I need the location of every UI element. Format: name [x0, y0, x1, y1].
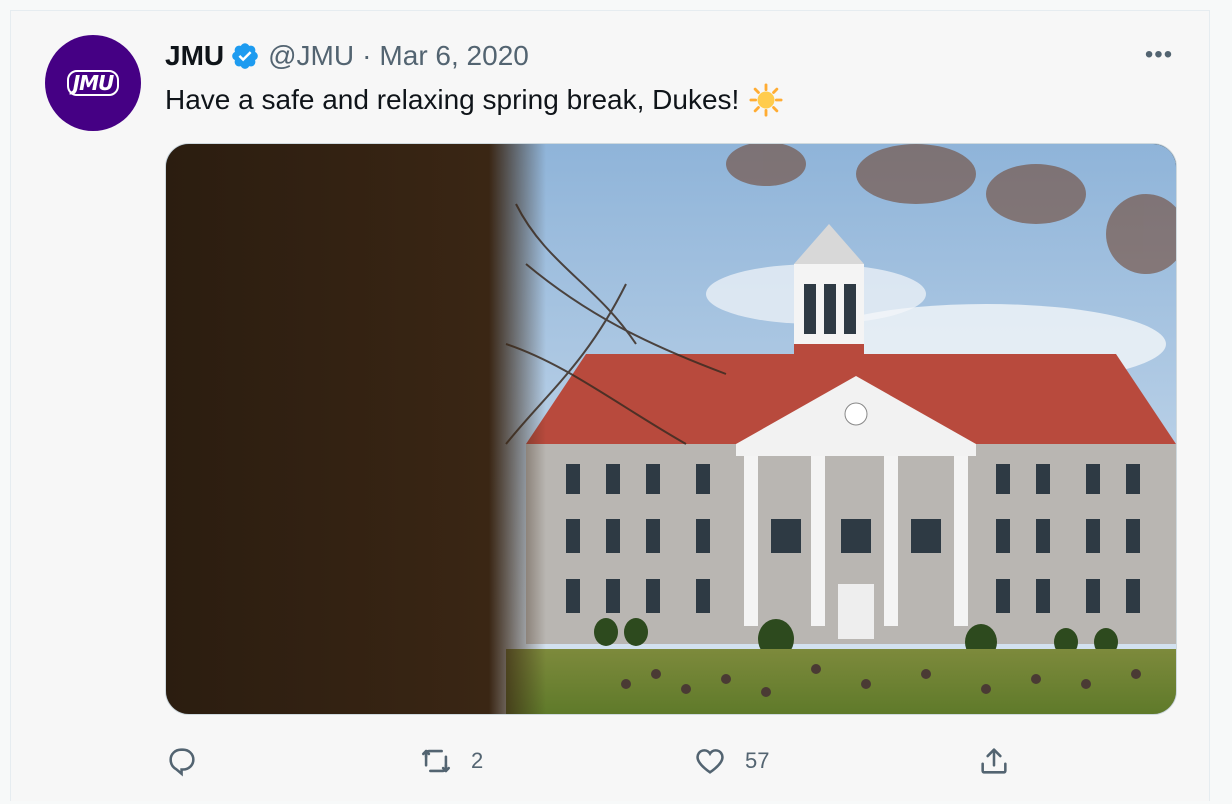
author-handle[interactable]: @JMU	[268, 40, 354, 72]
tweet-actions: 2 57	[11, 741, 1209, 781]
retweet-count: 2	[471, 748, 484, 773]
heart-icon	[696, 749, 724, 774]
jmu-logo: JMU	[66, 70, 120, 96]
verified-badge-icon	[230, 41, 260, 71]
tweet-header: JMU @JMU · Mar 6, 2020	[165, 39, 529, 73]
tweet-photo[interactable]	[165, 143, 1177, 715]
retweet-button[interactable]: 2	[419, 741, 483, 781]
reply-button[interactable]	[165, 741, 217, 781]
share-icon	[981, 748, 1007, 774]
sun-emoji-icon	[749, 83, 783, 117]
tweet-text: Have a safe and relaxing spring break, D…	[165, 84, 740, 115]
retweet-icon	[421, 749, 451, 773]
author-name[interactable]: JMU	[165, 40, 224, 72]
separator-dot: ·	[362, 40, 372, 71]
more-options-button[interactable]: •••	[1141, 41, 1177, 68]
like-count: 57	[745, 748, 770, 773]
reply-icon	[169, 748, 195, 777]
tweet-date[interactable]: Mar 6, 2020	[379, 40, 528, 72]
campus-photo	[166, 144, 1176, 714]
more-icon: •••	[1144, 41, 1174, 68]
tweet-card[interactable]: JMU JMU @JMU · Mar 6, 2020 ••• Have a sa…	[10, 10, 1210, 801]
tweet-text-row: Have a safe and relaxing spring break, D…	[165, 83, 783, 117]
like-button[interactable]: 57	[693, 741, 769, 781]
avatar[interactable]: JMU	[45, 35, 141, 131]
share-button[interactable]	[977, 741, 1011, 781]
